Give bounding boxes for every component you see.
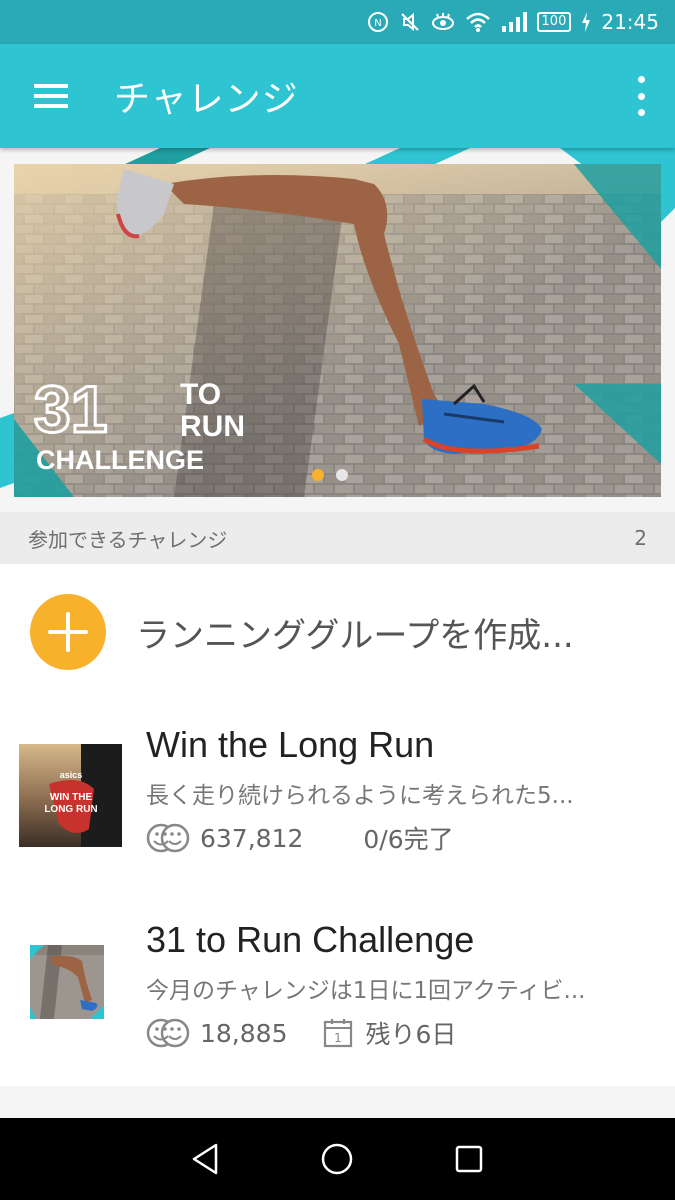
recents-square-icon: [455, 1145, 483, 1173]
banner-title-run: RUN: [180, 410, 245, 443]
list-item-31-to-run-challenge[interactable]: 31 to Run Challenge 今月のチャレンジは1日に1回アクティビ.…: [0, 909, 675, 1099]
svg-text:asics: asics: [60, 770, 83, 780]
carousel-indicator: [312, 469, 348, 481]
back-button[interactable]: [184, 1137, 228, 1181]
challenge-list: ランニンググループを作成... asics WIN THE LONG RUN W…: [0, 564, 675, 1086]
hamburger-menu-icon: [34, 84, 68, 108]
banner-title-31: 31: [34, 372, 107, 446]
app-bar: チャレンジ: [0, 44, 675, 148]
challenge-thumbnail: [30, 945, 104, 1019]
runner-photo: 31 TO RUN CHALLENGE: [14, 164, 661, 497]
challenge-meta: 18,885 1 残り6日: [146, 1013, 456, 1053]
mute-icon: [399, 11, 421, 33]
section-count: 2: [634, 526, 647, 550]
section-title: 参加できるチャレンジ: [28, 527, 228, 552]
participant-count: 18,885: [200, 1018, 288, 1048]
charging-icon: [581, 12, 591, 32]
challenge-description: 今月のチャレンジは1日に1回アクティビ...: [146, 978, 586, 1004]
signal-icon: [501, 11, 527, 33]
status-time: 21:45: [601, 10, 659, 34]
page-title: チャレンジ: [114, 79, 299, 120]
back-triangle-icon: [192, 1143, 218, 1175]
wifi-icon: [465, 11, 491, 33]
plus-icon: [30, 594, 106, 670]
carousel-dot-2[interactable]: [336, 469, 348, 481]
recents-button[interactable]: [447, 1137, 491, 1181]
challenge-title: 31 to Run Challenge: [146, 919, 475, 960]
completion-status: 0/6完了: [363, 825, 454, 854]
nfc-icon: N: [367, 11, 389, 33]
list-item-win-the-long-run[interactable]: asics WIN THE LONG RUN Win the Long Run …: [0, 714, 675, 904]
svg-text:N: N: [374, 18, 381, 29]
participant-count: 637,812: [200, 823, 304, 853]
svg-text:1: 1: [335, 1031, 343, 1045]
svg-text:WIN THE: WIN THE: [50, 792, 93, 803]
challenge-title: Win the Long Run: [146, 724, 435, 765]
challenge-thumbnail: asics WIN THE LONG RUN: [19, 744, 122, 847]
home-button[interactable]: [315, 1137, 359, 1181]
create-group-row[interactable]: ランニンググループを作成...: [0, 564, 675, 699]
banner-title-challenge: CHALLENGE: [36, 445, 204, 475]
home-circle-icon: [322, 1143, 353, 1175]
section-header: 参加できるチャレンジ 2: [0, 512, 675, 564]
banner-title-to: TO: [180, 378, 221, 411]
eye-comfort-icon: [431, 11, 455, 33]
status-bar: N 100 21:45: [0, 0, 675, 44]
challenge-meta: 637,812 0/6完了: [146, 818, 454, 858]
calendar-icon: 1: [323, 1018, 353, 1048]
menu-button[interactable]: [0, 44, 104, 148]
battery-icon: 100: [536, 12, 572, 32]
challenge-description: 長く走り続けられるように考えられた5...: [146, 783, 574, 809]
participants-icon: [146, 1018, 190, 1048]
featured-carousel: 31 TO RUN CHALLENGE: [0, 148, 675, 512]
days-remaining: 残り6日: [365, 1020, 457, 1049]
carousel-slide[interactable]: 31 TO RUN CHALLENGE: [14, 164, 661, 497]
svg-text:LONG RUN: LONG RUN: [44, 804, 97, 815]
participants-icon: [146, 823, 190, 853]
create-group-label: ランニンググループを作成...: [136, 616, 574, 656]
carousel-dot-1[interactable]: [312, 469, 324, 481]
system-nav-bar: [0, 1118, 675, 1200]
more-vert-icon[interactable]: [629, 76, 653, 116]
